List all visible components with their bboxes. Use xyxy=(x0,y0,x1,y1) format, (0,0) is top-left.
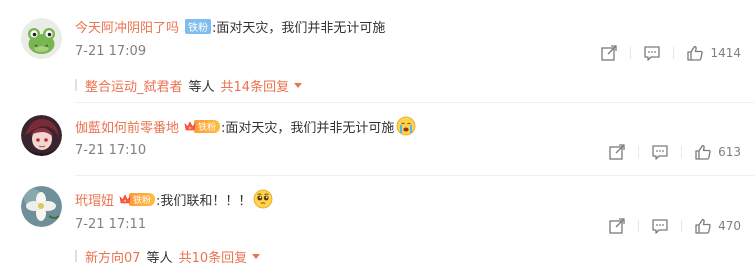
reply-summary[interactable]: 新方向07 等人 共10条回复 xyxy=(75,246,261,266)
reply-divider xyxy=(75,79,77,91)
fan-badge[interactable]: 铁粉 xyxy=(119,191,156,207)
comment-icon[interactable] xyxy=(651,217,669,235)
crown-icon xyxy=(184,120,196,132)
forward-icon[interactable] xyxy=(608,217,626,235)
avatar[interactable] xyxy=(21,115,62,156)
action-divider xyxy=(673,47,675,59)
action-divider xyxy=(681,220,683,232)
username-link[interactable]: 伽藍如何前零番地 xyxy=(75,117,179,136)
fan-badge-label: 铁粉 xyxy=(194,119,221,133)
fan-badge[interactable]: 铁粉 xyxy=(184,118,221,134)
thumbs-up-icon[interactable] xyxy=(686,44,704,62)
action-divider xyxy=(630,47,632,59)
thumbs-up-icon[interactable] xyxy=(694,217,712,235)
reply-user-link[interactable]: 整合运动_弑君者 xyxy=(85,76,183,95)
username-link[interactable]: 玳瑁妞 xyxy=(75,190,114,209)
crying-face-emoji xyxy=(396,116,416,136)
comment-item: 伽藍如何前零番地 铁粉 :面对天灾，我们并非无计可施 7-21 17:10 61… xyxy=(0,103,755,175)
reply-etc-text: 等人 xyxy=(146,250,173,266)
thumbs-up-icon[interactable] xyxy=(694,143,712,161)
like-count: 1414 xyxy=(710,46,741,60)
comment-time: 7-21 17:09 xyxy=(75,44,147,59)
comment-item: 今天阿冲阴阳了吗 铁粉 :面对天灾，我们并非无计可施 7-21 17:09 14… xyxy=(0,0,755,100)
comment-icon[interactable] xyxy=(651,143,669,161)
reply-count-link[interactable]: 共14条回复 xyxy=(221,76,290,95)
forward-icon[interactable] xyxy=(608,143,626,161)
comment-actions: 1414 xyxy=(600,43,741,63)
chevron-down-icon[interactable] xyxy=(252,253,261,259)
comment-item: 玳瑁妞 铁粉 :我们联和！！！ 7-21 17:11 470 新方向07 等人 … xyxy=(0,176,755,273)
frog-avatar-image xyxy=(21,18,62,59)
action-divider xyxy=(638,146,640,158)
like-count: 470 xyxy=(718,219,741,233)
comment-text: :面对天灾，我们并非无计可施 xyxy=(212,20,386,36)
chevron-down-icon[interactable] xyxy=(294,82,303,88)
username-link[interactable]: 今天阿冲阴阳了吗 xyxy=(75,17,179,36)
comment-line: 伽藍如何前零番地 铁粉 :面对天灾，我们并非无计可施 xyxy=(75,116,416,136)
comment-line: 今天阿冲阴阳了吗 铁粉 :面对天灾，我们并非无计可施 xyxy=(75,16,385,36)
comment-actions: 470 xyxy=(608,216,741,236)
comment-time: 7-21 17:11 xyxy=(75,217,147,232)
action-divider xyxy=(681,146,683,158)
avatar[interactable] xyxy=(21,18,62,59)
reply-user-link[interactable]: 新方向07 xyxy=(85,247,141,266)
like-count: 613 xyxy=(718,145,741,159)
comment-text: :我们联和！！！ xyxy=(156,193,252,209)
flower-avatar-image xyxy=(21,186,62,227)
action-divider xyxy=(638,220,640,232)
reply-count-link[interactable]: 共10条回复 xyxy=(179,247,248,266)
reply-etc-text: 等人 xyxy=(188,79,215,95)
comment-text: :面对天灾，我们并非无计可施 xyxy=(221,120,395,136)
fan-badge[interactable]: 铁粉 xyxy=(185,18,212,34)
comment-icon[interactable] xyxy=(643,44,661,62)
forward-icon[interactable] xyxy=(600,44,618,62)
pleading-face-emoji xyxy=(253,189,273,209)
crown-icon xyxy=(119,193,131,205)
avatar[interactable] xyxy=(21,186,62,227)
reply-divider xyxy=(75,250,77,262)
anime-avatar-image xyxy=(21,115,62,156)
fan-badge-label: 铁粉 xyxy=(129,192,156,206)
reply-summary[interactable]: 整合运动_弑君者 等人 共14条回复 xyxy=(75,75,303,95)
comment-line: 玳瑁妞 铁粉 :我们联和！！！ xyxy=(75,189,273,209)
comment-actions: 613 xyxy=(608,142,741,162)
comment-time: 7-21 17:10 xyxy=(75,143,147,158)
